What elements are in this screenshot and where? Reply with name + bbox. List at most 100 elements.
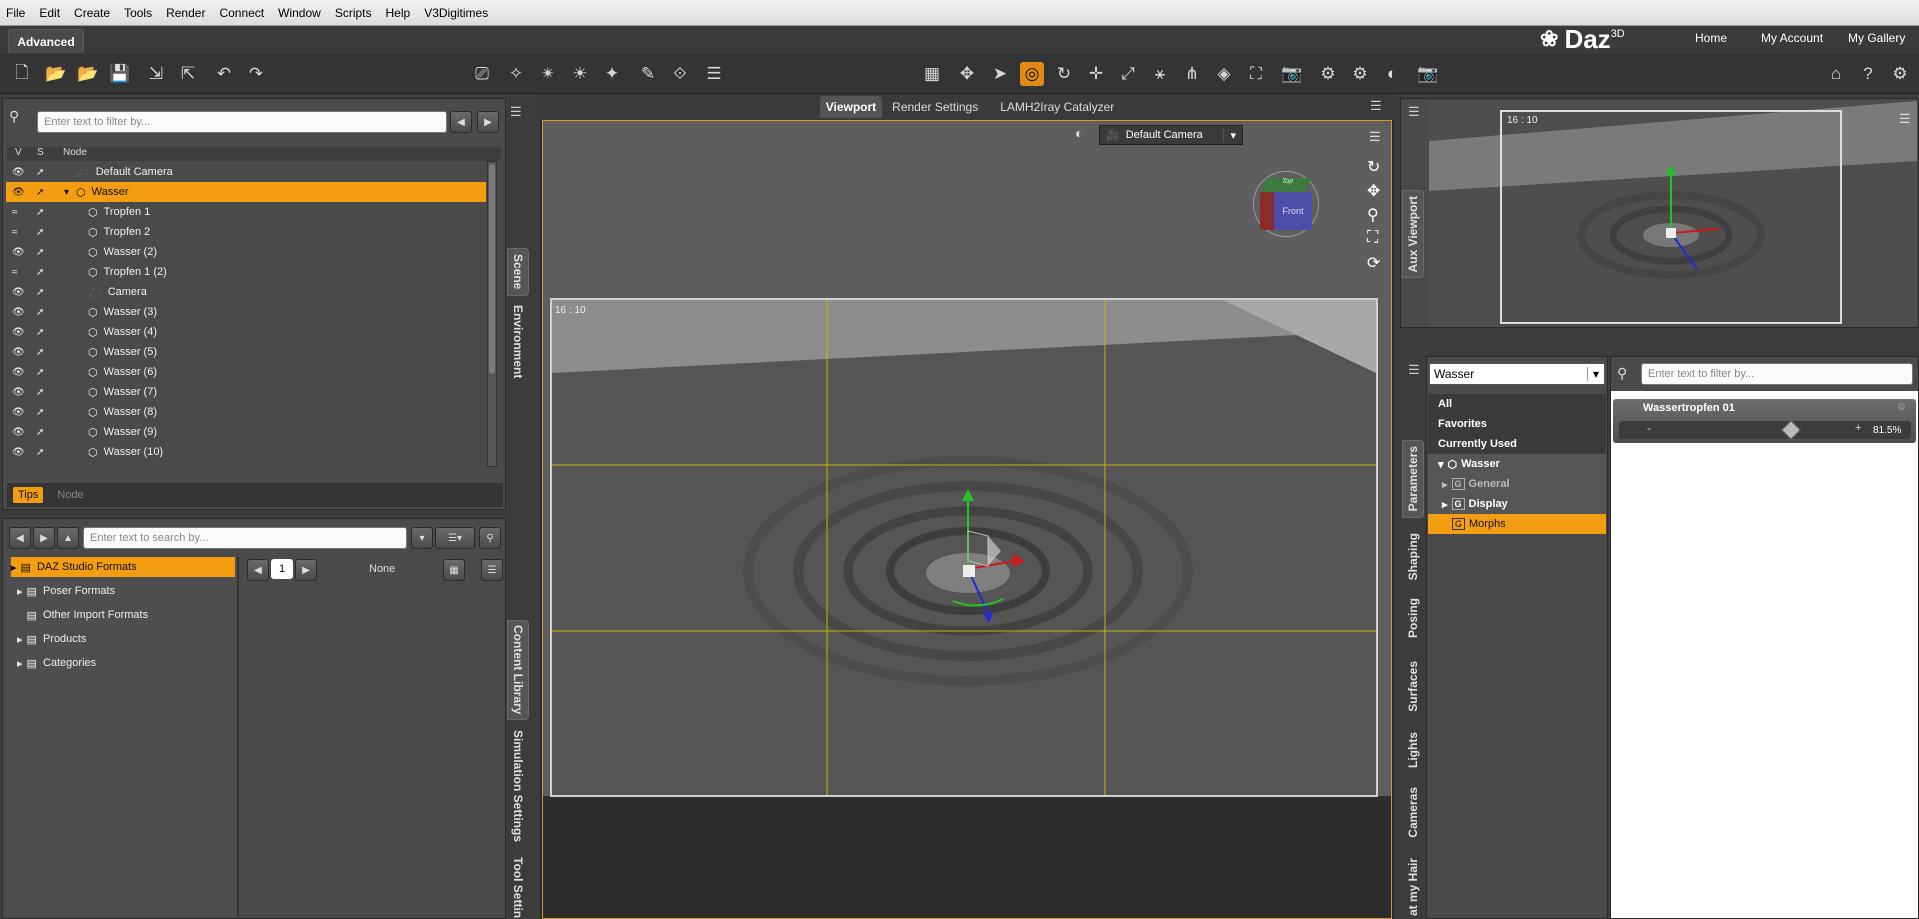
pointlight-icon[interactable]: ✴ (536, 62, 560, 86)
scene-node-row[interactable]: ≈ ➚ ⬡ Tropfen 1 (2) (6, 262, 486, 282)
transform-tool-icon[interactable]: ⚹ (1148, 62, 1172, 86)
menu-file[interactable]: File (6, 6, 25, 20)
search-options-icon[interactable]: ▾ (411, 527, 433, 549)
zoom-icon[interactable]: ⚲ (1367, 205, 1379, 225)
undo-icon[interactable]: ↶ (212, 62, 236, 86)
folder-other-import-formats[interactable]: ▸▤Other Import Formats (17, 605, 149, 625)
selectable-arrow-icon[interactable]: ➚ (36, 267, 64, 278)
linear-light-icon[interactable]: ✦ (600, 62, 624, 86)
geometry-editor-icon[interactable]: ⛶ (1244, 62, 1268, 86)
scene-scrollbar[interactable] (487, 161, 497, 467)
surface-selection-icon[interactable]: ◈ (1212, 62, 1236, 86)
create-camera-icon[interactable]: ⎚ (470, 62, 494, 86)
tab-shaping[interactable]: Shaping (1402, 530, 1424, 584)
open-icon[interactable]: 📂 (44, 62, 68, 86)
gear-icon[interactable]: ⚙ (1897, 402, 1906, 413)
workspace-tab-advanced[interactable]: Advanced (8, 29, 84, 53)
redo-icon[interactable]: ↷ (244, 62, 268, 86)
page-number[interactable]: 1 (271, 559, 293, 579)
slider-plus[interactable]: + (1855, 422, 1861, 434)
selectable-arrow-icon[interactable]: ➚ (36, 247, 64, 258)
export-icon[interactable]: ⇱ (176, 62, 200, 86)
tab-lamh2iray[interactable]: LAMH2Iray Catalyzer (1000, 100, 1114, 114)
selectable-arrow-icon[interactable]: ➚ (36, 207, 64, 218)
iray-icon[interactable]: ⚙ (1348, 62, 1372, 86)
menu-connect[interactable]: Connect (219, 6, 264, 20)
save-icon[interactable]: 💾 (108, 62, 132, 86)
geometry-icon[interactable]: ⟐ (668, 62, 692, 86)
visibility-eye-icon[interactable]: 👁 (12, 307, 32, 318)
menu-window[interactable]: Window (278, 6, 321, 20)
menu-render[interactable]: Render (166, 6, 205, 20)
tab-environment[interactable]: Environment (507, 302, 529, 382)
slider-track[interactable] (1619, 421, 1911, 439)
my-gallery-link[interactable]: My Gallery (1848, 31, 1905, 45)
tree-wasser[interactable]: ▾ ⬡ Wasser (1428, 454, 1606, 474)
camera-snapshot-icon[interactable]: 📷 (1416, 62, 1440, 86)
node-selector[interactable]: Wasser ▾ (1429, 363, 1605, 385)
tab-at-my-hair[interactable]: at my Hair (1402, 856, 1424, 919)
selectable-arrow-icon[interactable]: ➚ (36, 387, 64, 398)
tree-general[interactable]: ▸ G General (1428, 474, 1606, 494)
tab-node[interactable]: Node (57, 489, 83, 501)
tab-parameters[interactable]: Parameters (1402, 440, 1424, 518)
selectable-arrow-icon[interactable]: ➚ (36, 227, 64, 238)
daz-home-icon[interactable]: ⌂ (1824, 62, 1848, 86)
scene-node-row[interactable]: 👁 ➚ ⬡ Wasser (2) (6, 242, 486, 262)
selectable-arrow-icon[interactable]: ➚ (36, 307, 64, 318)
visibility-eye-icon[interactable]: ≈ (12, 207, 32, 218)
menu-tools[interactable]: Tools (124, 6, 152, 20)
tab-tool-settings[interactable]: Tool Settin (507, 856, 529, 919)
selectable-arrow-icon[interactable]: ➚ (36, 447, 64, 458)
rotate-tool-icon[interactable]: ↻ (1052, 62, 1076, 86)
next-icon[interactable]: ▶ (477, 111, 499, 133)
reset-view-icon[interactable]: ⟳ (1367, 253, 1380, 273)
tree-morphs[interactable]: G Morphs (1428, 514, 1606, 534)
group-currently-used[interactable]: Currently Used (1428, 434, 1606, 454)
menu-v3digitimes[interactable]: V3Digitimes (424, 6, 488, 20)
tab-render-settings[interactable]: Render Settings (892, 100, 978, 114)
selectable-arrow-icon[interactable]: ➚ (36, 327, 64, 338)
tab-tips[interactable]: Tips (13, 487, 44, 503)
selectable-arrow-icon[interactable]: ➚ (36, 167, 64, 178)
menu-create[interactable]: Create (74, 6, 110, 20)
up-icon[interactable]: ▲ (57, 527, 79, 549)
frame-icon[interactable]: ⛶ (1367, 229, 1378, 247)
scene-node-row[interactable]: 👁 ➚ 🎥 Default Camera (6, 162, 486, 182)
forward-icon[interactable]: ▶ (33, 527, 55, 549)
col-visible[interactable]: V (7, 147, 27, 161)
scrollbar-thumb[interactable] (489, 164, 495, 374)
search-icon[interactable]: ⚲ (479, 527, 501, 549)
pan-icon[interactable]: ✥ (1367, 181, 1380, 201)
folder-daz-studio-formats[interactable]: ▸ ▤ DAZ Studio Formats (11, 557, 235, 577)
scene-node-row[interactable]: ≈ ➚ ⬡ Tropfen 2 (6, 222, 486, 242)
tab-aux-viewport[interactable]: Aux Viewport (1402, 190, 1424, 278)
scene-node-row[interactable]: 👁 ➚ ⬡ Wasser (10) (6, 442, 486, 462)
distant-light-icon[interactable]: ☀ (568, 62, 592, 86)
tab-posing[interactable]: Posing (1402, 594, 1424, 642)
tab-viewport[interactable]: Viewport (819, 96, 883, 118)
viewport-menu-icon[interactable]: ☰ (1370, 98, 1382, 114)
selectable-arrow-icon[interactable]: ➚ (36, 287, 64, 298)
tab-lights[interactable]: Lights (1402, 728, 1424, 772)
folder-products[interactable]: ▸ ▤ Products (17, 629, 86, 649)
expand-toggle-icon[interactable]: ▾ (64, 187, 76, 198)
scene-node-row[interactable]: 👁 ➚ ⬡ Wasser (6) (6, 362, 486, 382)
primitive-icon[interactable]: ✎ (636, 62, 660, 86)
visibility-eye-icon[interactable]: ≈ (12, 267, 32, 278)
selectable-arrow-icon[interactable]: ➚ (36, 367, 64, 378)
tab-surfaces[interactable]: Surfaces (1402, 654, 1424, 718)
scene-node-row[interactable]: 👁 ➚ ⬡ Wasser (3) (6, 302, 486, 322)
scene-node-row[interactable]: 👁 ➚ 🎥 Camera (6, 282, 486, 302)
visibility-eye-icon[interactable]: 👁 (12, 427, 32, 438)
tab-cameras[interactable]: Cameras (1402, 782, 1424, 842)
render-camera-icon[interactable]: 📷 (1280, 62, 1304, 86)
drawstyle-icon[interactable]: ◐ (1075, 125, 1083, 141)
folder-poser-formats[interactable]: ▸ ▤ Poser Formats (17, 581, 115, 601)
scale-tool-icon[interactable]: ⤢ (1116, 62, 1140, 86)
render-settings-icon[interactable]: ⚙ (1316, 62, 1340, 86)
render-grid-icon[interactable]: ▦ (920, 62, 944, 86)
tab-scene[interactable]: Scene (507, 248, 529, 296)
visibility-eye-icon[interactable]: 👁 (12, 167, 32, 178)
back-icon[interactable]: ◀ (9, 527, 31, 549)
